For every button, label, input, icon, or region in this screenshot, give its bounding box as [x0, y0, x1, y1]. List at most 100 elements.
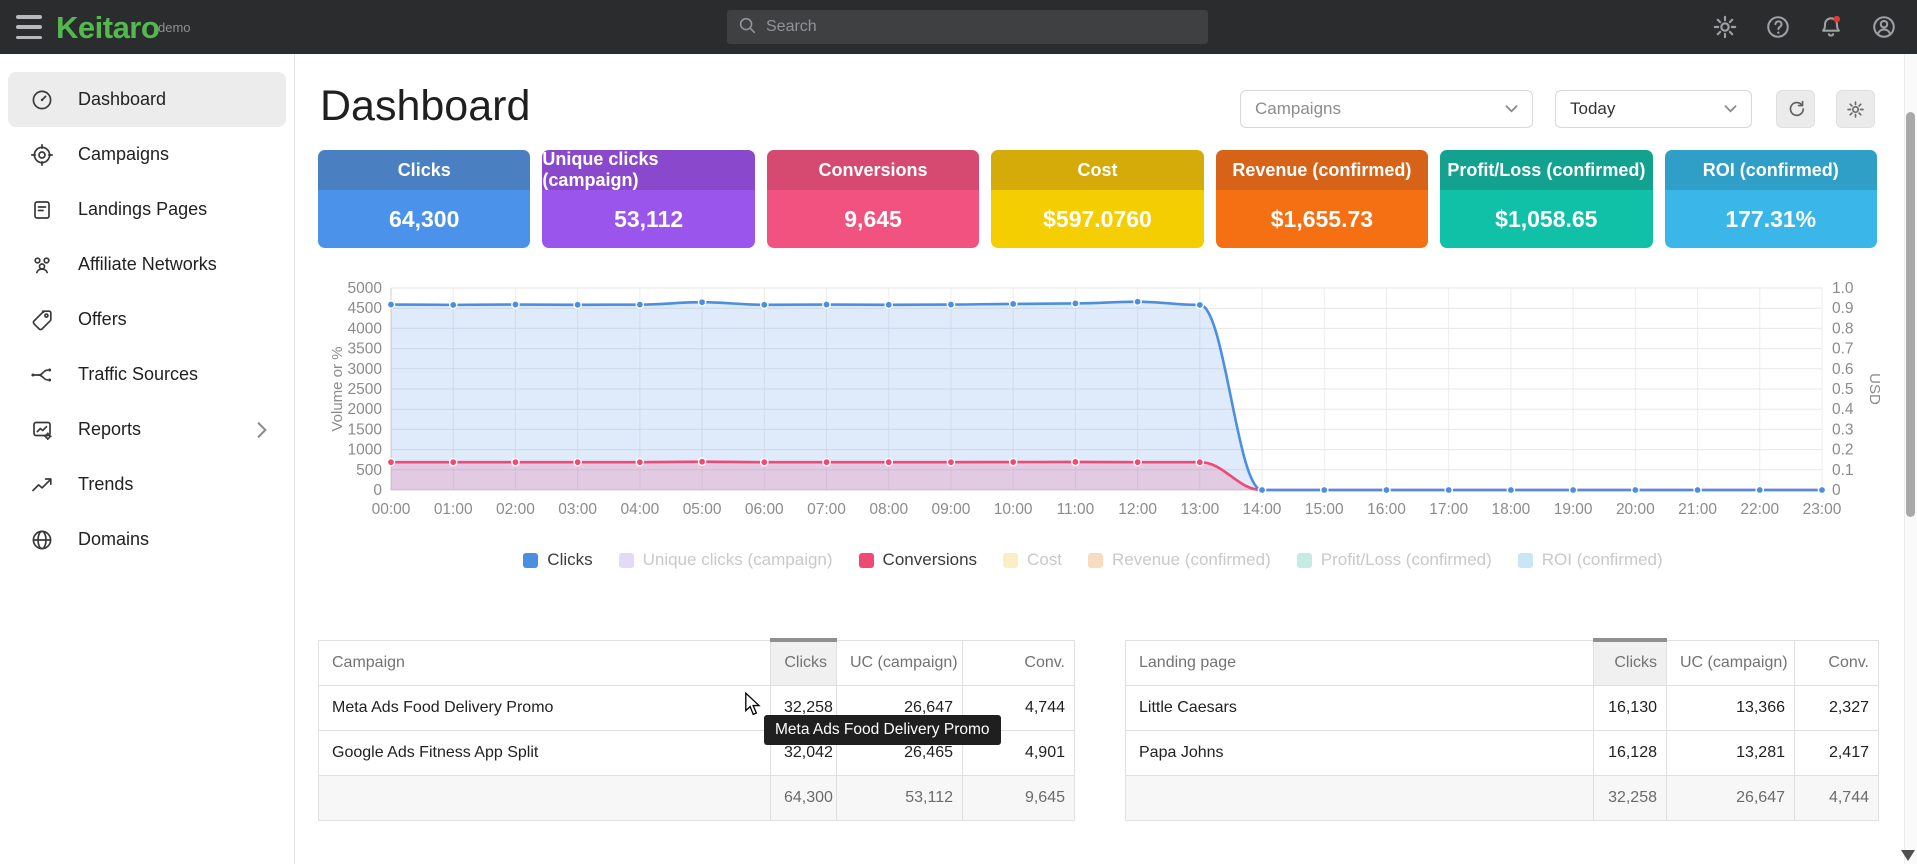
svg-text:1500: 1500	[348, 421, 383, 438]
legend-item-unique-clicks-campaign[interactable]: Unique clicks (campaign)	[619, 550, 833, 570]
stat-card-value: 53,112	[542, 190, 754, 248]
legend-label: Revenue (confirmed)	[1112, 550, 1271, 570]
sidebar-item-label: Dashboard	[78, 89, 166, 110]
sidebar-item-dashboard[interactable]: Dashboard	[8, 72, 286, 127]
stat-card-conversions[interactable]: Conversions9,645	[767, 150, 979, 248]
sidebar-item-traffic-sources[interactable]: Traffic Sources	[8, 347, 286, 402]
keitaro-logo[interactable]: Keitaro	[56, 10, 159, 46]
sidebar-item-label: Campaigns	[78, 144, 169, 165]
column-header-campaign[interactable]: Campaign	[319, 640, 771, 685]
legend-item-clicks[interactable]: Clicks	[523, 550, 592, 570]
table-row[interactable]: Little Caesars16,13013,3662,327	[1126, 685, 1879, 730]
sidebar-item-campaigns[interactable]: Campaigns	[8, 127, 286, 182]
page-title: Dashboard	[320, 82, 530, 131]
svg-text:19:00: 19:00	[1554, 501, 1593, 518]
svg-text:18:00: 18:00	[1492, 501, 1531, 518]
stat-card-profit-loss-confirmed[interactable]: Profit/Loss (confirmed)$1,058.65	[1440, 150, 1652, 248]
offers-icon	[30, 308, 54, 332]
scroll-down-arrow-icon[interactable]	[1901, 850, 1915, 861]
svg-text:03:00: 03:00	[558, 501, 597, 518]
legend-item-conversions[interactable]: Conversions	[859, 550, 978, 570]
page-scrollbar[interactable]	[1904, 54, 1917, 864]
stat-card-roi-confirmed[interactable]: ROI (confirmed)177.31%	[1665, 150, 1877, 248]
svg-text:02:00: 02:00	[496, 501, 535, 518]
sidebar-item-affiliate-networks[interactable]: Affiliate Networks	[8, 237, 286, 292]
help-icon[interactable]	[1765, 14, 1791, 40]
global-search[interactable]	[727, 10, 1208, 44]
totals-cell: 53,112	[837, 775, 963, 820]
account-icon[interactable]	[1871, 14, 1897, 40]
row-tooltip: Meta Ads Food Delivery Promo	[764, 715, 1001, 745]
legend-label: Cost	[1027, 550, 1062, 570]
stat-card-value: 64,300	[318, 190, 530, 248]
column-header-uc-campaign[interactable]: UC (campaign)	[837, 640, 963, 685]
column-header-landing-page[interactable]: Landing page	[1126, 640, 1594, 685]
notifications-icon[interactable]	[1818, 14, 1844, 40]
svg-text:2500: 2500	[348, 381, 383, 398]
column-header-clicks[interactable]: Clicks	[771, 640, 837, 685]
stat-card-revenue-confirmed[interactable]: Revenue (confirmed)$1,655.73	[1216, 150, 1428, 248]
search-input[interactable]	[766, 18, 1198, 36]
keitaro-dashboard-app: Keitaro demo Dashboard Campaigns Landings …	[0, 0, 1917, 864]
stat-card-cost[interactable]: Cost$597.0760	[991, 150, 1203, 248]
table-row[interactable]: Papa Johns16,12813,2812,417	[1126, 730, 1879, 775]
svg-text:22:00: 22:00	[1740, 501, 1779, 518]
sidebar-item-domains[interactable]: Domains	[8, 512, 286, 567]
svg-text:14:00: 14:00	[1243, 501, 1282, 518]
stat-cards-row: Clicks64,300Unique clicks (campaign)53,1…	[318, 150, 1877, 248]
stat-card-clicks[interactable]: Clicks64,300	[318, 150, 530, 248]
svg-text:0.2: 0.2	[1832, 442, 1854, 459]
svg-text:0: 0	[373, 482, 382, 499]
stat-card-unique-clicks-campaign[interactable]: Unique clicks (campaign)53,112	[542, 150, 754, 248]
sidebar-item-offers[interactable]: Offers	[8, 292, 286, 347]
demo-badge: demo	[158, 20, 191, 35]
date-range-select-value: Today	[1570, 99, 1615, 119]
totals-cell	[319, 775, 771, 820]
stat-card-value: $1,655.73	[1216, 190, 1428, 248]
affiliate-icon	[30, 253, 54, 277]
svg-text:10:00: 10:00	[994, 501, 1033, 518]
column-header-conv[interactable]: Conv.	[963, 640, 1075, 685]
dashboard-settings-button[interactable]	[1836, 90, 1875, 128]
svg-text:USD: USD	[1866, 373, 1883, 405]
svg-text:05:00: 05:00	[683, 501, 722, 518]
sidebar-item-trends[interactable]: Trends	[8, 457, 286, 512]
grouping-select[interactable]: Campaigns	[1240, 90, 1533, 128]
settings-icon[interactable]	[1712, 14, 1738, 40]
svg-text:0.4: 0.4	[1832, 401, 1854, 418]
row-name-cell: Meta Ads Food Delivery Promo	[319, 685, 771, 730]
sidebar-item-reports[interactable]: Reports	[8, 402, 286, 457]
column-header-clicks[interactable]: Clicks	[1594, 640, 1667, 685]
svg-text:3500: 3500	[348, 341, 383, 358]
legend-item-profit-loss-confirmed[interactable]: Profit/Loss (confirmed)	[1297, 550, 1492, 570]
date-range-select[interactable]: Today	[1555, 90, 1752, 128]
table-totals-row: 64,30053,1129,645	[319, 775, 1075, 820]
svg-text:0.3: 0.3	[1832, 421, 1854, 438]
legend-label: Clicks	[547, 550, 592, 570]
row-name-cell: Papa Johns	[1126, 730, 1594, 775]
svg-text:21:00: 21:00	[1678, 501, 1717, 518]
refresh-button[interactable]	[1776, 90, 1815, 128]
stat-card-label: ROI (confirmed)	[1665, 150, 1877, 190]
stat-card-label: Conversions	[767, 150, 979, 190]
sidebar-item-landings-pages[interactable]: Landings Pages	[8, 182, 286, 237]
legend-item-roi-confirmed[interactable]: ROI (confirmed)	[1518, 550, 1663, 570]
legend-item-revenue-confirmed[interactable]: Revenue (confirmed)	[1088, 550, 1271, 570]
svg-text:1.0: 1.0	[1832, 280, 1854, 297]
svg-text:01:00: 01:00	[434, 501, 473, 518]
scrollbar-thumb[interactable]	[1906, 112, 1915, 517]
table-header-row: Landing pageClicksUC (campaign)Conv.	[1126, 640, 1879, 685]
column-header-uc-campaign[interactable]: UC (campaign)	[1667, 640, 1795, 685]
reports-icon	[30, 418, 54, 442]
totals-cell	[1126, 775, 1594, 820]
svg-text:17:00: 17:00	[1429, 501, 1468, 518]
legend-swatch	[1003, 553, 1018, 568]
landing-pages-table: Landing pageClicksUC (campaign)Conv.Litt…	[1125, 638, 1879, 821]
chevron-down-icon	[1724, 105, 1737, 113]
menu-hamburger-icon[interactable]	[16, 15, 42, 39]
dashboard-chart[interactable]: 0500100015002000250030003500400045005000…	[318, 272, 1890, 524]
svg-text:09:00: 09:00	[932, 501, 971, 518]
column-header-conv[interactable]: Conv.	[1795, 640, 1879, 685]
table-totals-row: 32,25826,6474,744	[1126, 775, 1879, 820]
legend-item-cost[interactable]: Cost	[1003, 550, 1062, 570]
